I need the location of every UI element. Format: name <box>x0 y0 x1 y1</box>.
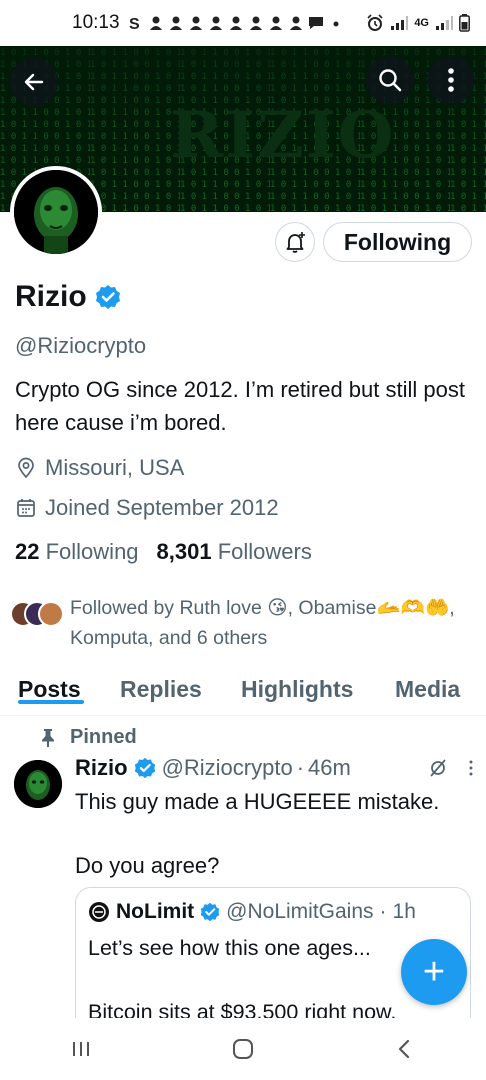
search-icon <box>379 69 402 92</box>
quoted-author-avatar <box>89 902 109 922</box>
quoted-timestamp: 1h <box>392 900 416 923</box>
active-tab-indicator <box>18 700 84 704</box>
tweet-author-handle: @Riziocrypto <box>161 755 293 780</box>
location-row: Missouri, USA <box>15 455 184 481</box>
notification-icons: S <box>128 15 367 31</box>
tab-media[interactable]: Media <box>395 668 460 703</box>
signal-strength-icon <box>436 16 453 30</box>
name-row: Rizio <box>15 280 121 314</box>
mutual-follower-avatars <box>10 593 70 633</box>
verified-badge-icon <box>134 757 155 779</box>
notification-bell-button[interactable] <box>275 222 315 262</box>
person-notification-icon <box>269 16 282 30</box>
s-app-icon: S <box>129 16 140 31</box>
profile-avatar[interactable] <box>10 166 102 258</box>
message-notification-icon <box>308 17 323 29</box>
following-count-label: Following <box>45 539 139 564</box>
plus-icon: + <box>422 950 446 993</box>
tab-replies[interactable]: Replies <box>120 668 202 703</box>
green-face-avatar-image <box>14 760 62 808</box>
home-icon[interactable] <box>231 1037 255 1061</box>
tweet-separator: · <box>296 755 305 780</box>
tweet-text-line: This guy made a HUGEEEE mistake. <box>75 789 440 814</box>
tab-label: Media <box>395 676 461 702</box>
person-notification-icon <box>209 16 222 30</box>
tweet-header: Rizio @Riziocrypto · 46m <box>75 755 475 781</box>
more-notifications-dot-icon <box>333 21 339 27</box>
quoted-author-handle: @NoLimitGains <box>226 900 374 923</box>
tweet-text-spacer <box>75 818 475 850</box>
followers-count: 8,301 <box>156 539 212 564</box>
following-button[interactable]: Following <box>323 222 472 262</box>
followed-by-row[interactable]: Followed by Ruth love 😘, Obamise🫴🫶🤲, Kom… <box>10 593 480 653</box>
profile-joined-date: Joined September 2012 <box>45 495 279 520</box>
quoted-separator: · <box>379 900 387 923</box>
quoted-tweet-header: NoLimit @NoLimitGains · 1h <box>88 900 416 924</box>
mutual-avatar <box>38 601 64 627</box>
grok-slash-circle-icon[interactable] <box>427 757 449 779</box>
back-nav-icon[interactable] <box>393 1037 417 1061</box>
person-notification-icon <box>229 16 242 30</box>
system-navigation-bar <box>0 1018 486 1080</box>
system-icons: 4G <box>366 14 470 32</box>
joined-row: Joined September 2012 <box>15 495 279 521</box>
tweet-author-name[interactable]: Rizio <box>75 755 128 781</box>
alarm-icon <box>367 14 383 31</box>
person-notification-icon <box>149 16 162 30</box>
person-notification-icon <box>189 16 202 30</box>
followed-by-text: Followed by Ruth love 😘, Obamise🫴🫶🤲, Kom… <box>70 597 455 649</box>
tab-highlights[interactable]: Highlights <box>241 668 353 703</box>
recent-apps-icon[interactable] <box>69 1039 93 1059</box>
location-pin-icon <box>18 457 34 479</box>
profile-location: Missouri, USA <box>45 455 185 480</box>
status-time: 10:13 <box>72 12 120 33</box>
network-type: 4G <box>414 17 429 29</box>
svg-text:S: S <box>129 16 140 31</box>
person-notification-icon <box>169 16 182 30</box>
display-name: Rizio <box>15 280 87 313</box>
profile-handle: @Riziocrypto <box>15 333 147 358</box>
tab-label: Highlights <box>241 676 354 702</box>
profile-bio: Crypto OG since 2012. I’m retired but st… <box>15 377 465 435</box>
pin-icon <box>42 728 54 747</box>
tweet-body: This guy made a HUGEEEE mistake. Do you … <box>75 786 475 882</box>
following-count: 22 <box>15 539 40 564</box>
verified-badge-icon <box>200 902 220 922</box>
search-button[interactable] <box>366 56 414 104</box>
green-face-avatar-image <box>14 170 98 254</box>
tweet-author-avatar[interactable] <box>14 760 62 808</box>
more-options-button[interactable] <box>427 56 475 104</box>
back-button[interactable] <box>10 58 58 106</box>
bell-plus-icon <box>286 232 305 253</box>
person-notification-icon <box>249 16 262 30</box>
following-count-link[interactable]: 22 Following <box>15 539 139 565</box>
calendar-icon <box>17 499 35 517</box>
tab-label: Replies <box>120 676 202 702</box>
more-vertical-icon <box>448 68 454 92</box>
person-notification-icon <box>289 16 302 30</box>
quoted-author-name: NoLimit <box>116 900 195 923</box>
signal-strength-icon <box>391 16 409 30</box>
battery-icon <box>459 14 470 32</box>
back-arrow-icon <box>24 73 44 91</box>
tweet-text-line: Do you agree? <box>75 853 220 878</box>
banner-title: RIZIO <box>170 98 396 173</box>
compose-post-button[interactable]: + <box>401 939 467 1005</box>
tweet-timestamp[interactable]: 46m <box>308 755 351 781</box>
status-bar: 10:13 S 4G <box>0 0 486 46</box>
pinned-label: Pinned <box>70 726 137 748</box>
follow-counts: 22 Following 8,301 Followers <box>15 539 312 565</box>
followers-count-link[interactable]: 8,301 Followers <box>157 539 312 565</box>
profile-tabs: Posts Replies Highlights Media <box>0 668 486 716</box>
tab-label: Posts <box>18 676 81 702</box>
more-vertical-icon[interactable] <box>467 758 475 778</box>
tab-posts[interactable]: Posts <box>18 668 84 704</box>
verified-badge-icon <box>95 285 120 309</box>
pinned-indicator: Pinned <box>40 726 137 749</box>
followers-count-label: Followers <box>217 539 312 564</box>
